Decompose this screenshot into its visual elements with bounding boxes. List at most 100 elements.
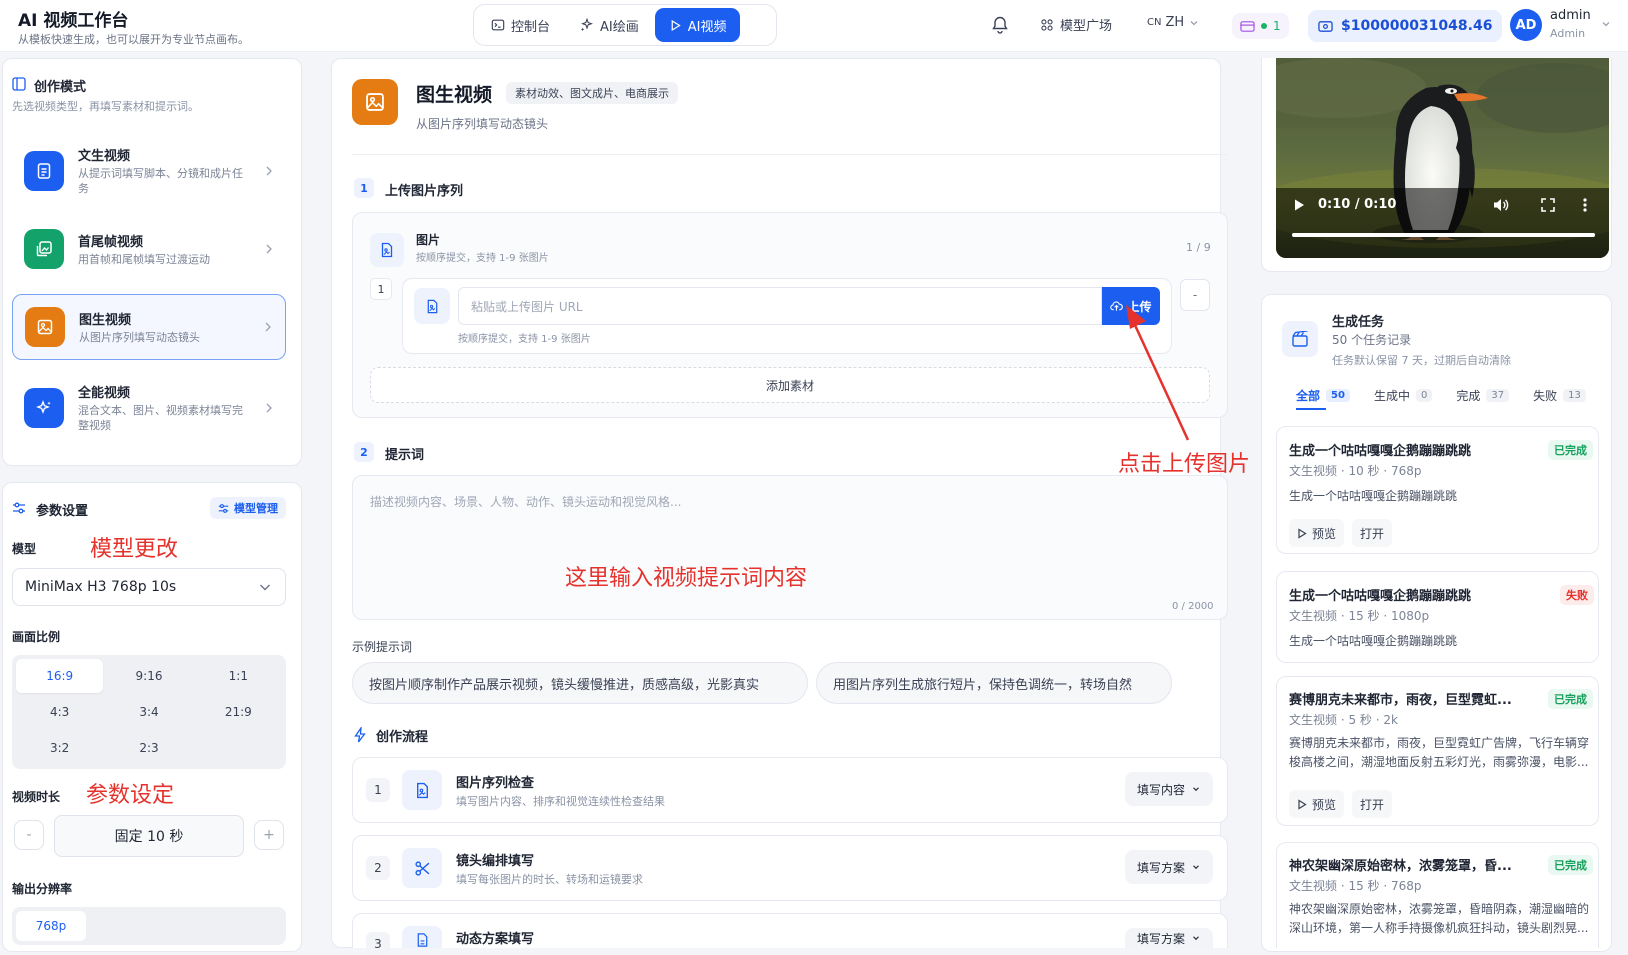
tab-generating[interactable]: 生成中 0 bbox=[1373, 384, 1433, 406]
app-subtitle: 从模板快速生成，也可以展开为专业节点画布。 bbox=[18, 33, 249, 46]
sidebar-toggle-icon[interactable] bbox=[12, 77, 26, 91]
play-icon[interactable] bbox=[1292, 198, 1306, 212]
lang-label: ZH bbox=[1165, 15, 1185, 30]
mode-name: 首尾帧视频 bbox=[78, 234, 144, 250]
model-select[interactable]: MiniMax H3 768p 10s bbox=[12, 568, 286, 606]
flow-item-title: 图片序列检查 bbox=[456, 776, 535, 791]
tab-done[interactable]: 完成 37 bbox=[1456, 384, 1510, 406]
title-tag: 素材动效、图文成片、电商展示 bbox=[506, 82, 678, 104]
mode-desc: 用首帧和尾帧填写过渡运动 bbox=[78, 252, 210, 266]
chevron-down-icon[interactable] bbox=[1600, 18, 1612, 30]
nav-ai-paint[interactable]: AI绘画 bbox=[566, 8, 653, 42]
task-body: 赛博朋克未来都市，雨夜，巨型霓虹广告牌，飞行车辆穿梭高楼之间，潮湿地面反射五彩灯… bbox=[1289, 736, 1590, 769]
ratio-label: 画面比例 bbox=[12, 630, 61, 644]
flow-fill-label: 填写内容 bbox=[1137, 782, 1186, 797]
volume-icon[interactable] bbox=[1492, 197, 1510, 213]
resolution-option[interactable]: 768p bbox=[16, 911, 86, 941]
task-open-button[interactable]: 打开 bbox=[1352, 790, 1393, 818]
ratio-options: 16:9 9:16 1:1 4:3 3:4 21:9 3:2 2:3 bbox=[12, 655, 286, 769]
ratio-option[interactable]: 1:1 bbox=[195, 659, 282, 693]
fullscreen-icon[interactable] bbox=[1541, 198, 1555, 212]
image-file-icon bbox=[414, 288, 450, 324]
mode-item-text-to-video[interactable]: 文生视频 从提示词填写脚本、分镜和成片任务 bbox=[12, 138, 286, 204]
duration-plus-button[interactable]: + bbox=[254, 820, 284, 850]
flow-fill-button[interactable]: 填写内容 bbox=[1125, 772, 1214, 806]
document-icon bbox=[402, 926, 442, 948]
tab-label: 完成 bbox=[1456, 388, 1481, 403]
nav-console-label: 控制台 bbox=[511, 19, 551, 35]
user-name: admin bbox=[1550, 8, 1591, 23]
flow-fill-button[interactable]: 填写方案 bbox=[1125, 928, 1214, 948]
tab-failed[interactable]: 失败 13 bbox=[1533, 384, 1586, 406]
add-material-button[interactable]: 添加素材 bbox=[370, 367, 1210, 403]
row-hint: 按顺序提交，支持 1-9 张图片 bbox=[458, 334, 591, 345]
task-open-button[interactable]: 打开 bbox=[1352, 519, 1393, 547]
divider bbox=[352, 154, 1228, 155]
lang-prefix: CN bbox=[1147, 17, 1162, 28]
mode-item-image-to-video[interactable]: 图生视频 从图片序列填写动态镜头 bbox=[12, 294, 286, 360]
mode-desc: 从图片序列填写动态镜头 bbox=[79, 330, 200, 344]
sliders-icon bbox=[13, 502, 25, 514]
video-progress-track[interactable] bbox=[1292, 233, 1595, 237]
ratio-option[interactable]: 16:9 bbox=[16, 659, 104, 693]
ratio-option[interactable]: 2:3 bbox=[105, 731, 192, 765]
duration-value: 固定 10 秒 bbox=[54, 815, 244, 857]
image-icon bbox=[25, 307, 65, 347]
active-tab-indicator bbox=[1296, 408, 1326, 410]
ratio-option[interactable]: 4:3 bbox=[16, 695, 103, 729]
more-vertical-icon[interactable] bbox=[1582, 197, 1588, 213]
mode-panel-title: 创作模式 bbox=[34, 80, 87, 95]
task-preview-button[interactable]: 预览 bbox=[1289, 790, 1345, 818]
video-time: 0:10 / 0:10 bbox=[1318, 197, 1397, 212]
balance-badge[interactable]: $100000031048.46 bbox=[1308, 10, 1503, 42]
examples-label: 示例提示词 bbox=[352, 640, 413, 654]
task-preview-label: 预览 bbox=[1312, 797, 1337, 812]
nav-console[interactable]: 控制台 bbox=[477, 8, 564, 42]
mode-item-first-last-frame[interactable]: 首尾帧视频 用首帧和尾帧填写过渡运动 bbox=[12, 216, 286, 282]
example-prompt-chip[interactable]: 用图片序列生成旅行短片，保持色调统一，转场自然 bbox=[816, 662, 1172, 704]
tab-label: 生成中 bbox=[1373, 388, 1410, 403]
tab-all[interactable]: 全部 50 bbox=[1296, 384, 1350, 406]
chevron-down-icon bbox=[1190, 20, 1198, 25]
flow-fill-button[interactable]: 填写方案 bbox=[1125, 850, 1214, 884]
flow-item-desc: 填写图片内容、排序和视觉连续性检查结果 bbox=[456, 795, 665, 808]
task-body: 生成一个咕咕嘎嘎企鹅蹦蹦跳跳 bbox=[1289, 634, 1458, 648]
bell-icon[interactable] bbox=[990, 15, 1010, 35]
prompt-placeholder: 描述视频内容、场景、人物、动作、镜头运动和视觉风格... bbox=[370, 495, 682, 509]
nav-ai-video-label: AI视频 bbox=[687, 19, 727, 35]
model-market-link[interactable]: 模型广场 bbox=[1040, 15, 1112, 34]
images-icon bbox=[24, 229, 64, 269]
image-section-desc: 按顺序提交，支持 1-9 张图片 bbox=[416, 253, 549, 264]
nav-ai-video[interactable]: AI视频 bbox=[654, 8, 741, 42]
video-player[interactable]: 0:10 / 0:10 bbox=[1276, 58, 1609, 258]
annotation-upload: 点击上传图片 bbox=[1118, 452, 1251, 477]
duration-minus-button[interactable]: - bbox=[14, 820, 44, 850]
ratio-option[interactable]: 21:9 bbox=[195, 695, 282, 729]
resolution-label: 输出分辨率 bbox=[12, 882, 73, 896]
flow-item-title: 镜头编排填写 bbox=[456, 854, 535, 869]
ratio-option[interactable]: 3:4 bbox=[105, 695, 192, 729]
ratio-option[interactable]: 3:2 bbox=[16, 731, 103, 765]
flow-item-title: 动态方案填写 bbox=[456, 932, 535, 947]
prompt-char-count: 0 / 2000 bbox=[1172, 601, 1214, 612]
image-url-input[interactable]: 粘贴或上传图片 URL bbox=[458, 287, 1102, 325]
step1-label: 上传图片序列 bbox=[385, 184, 464, 199]
play-icon bbox=[671, 19, 681, 31]
language-switch[interactable]: CN ZH bbox=[1147, 15, 1200, 30]
sliders-icon bbox=[218, 503, 229, 513]
task-meta: 文生视频 · 15 秒 · 1080p bbox=[1289, 609, 1430, 623]
task-title: 生成一个咕咕嘎嘎企鹅蹦蹦跳跳 bbox=[1289, 444, 1472, 459]
ratio-option[interactable]: 9:16 bbox=[105, 659, 192, 693]
task-preview-button[interactable]: 预览 bbox=[1289, 519, 1345, 547]
image-section-title: 图片 bbox=[416, 233, 441, 247]
model-manage-button[interactable]: 模型管理 bbox=[210, 497, 286, 519]
message-badge[interactable]: 1 bbox=[1232, 13, 1289, 39]
mode-name: 图生视频 bbox=[79, 312, 132, 328]
chevron-right-icon bbox=[265, 322, 271, 332]
example-prompt-chip[interactable]: 按图片顺序制作产品展示视频，镜头缓慢推进，质感高级，光影真实 bbox=[352, 662, 808, 704]
page-title: 图生视频 bbox=[416, 84, 493, 106]
avatar[interactable]: AD bbox=[1510, 9, 1542, 41]
mode-item-all-in-one[interactable]: 全能视频 混合文本、图片、视频素材填写完整视频 bbox=[12, 375, 286, 441]
mode-name: 文生视频 bbox=[78, 149, 131, 165]
video-progress-fill bbox=[1292, 233, 1595, 237]
